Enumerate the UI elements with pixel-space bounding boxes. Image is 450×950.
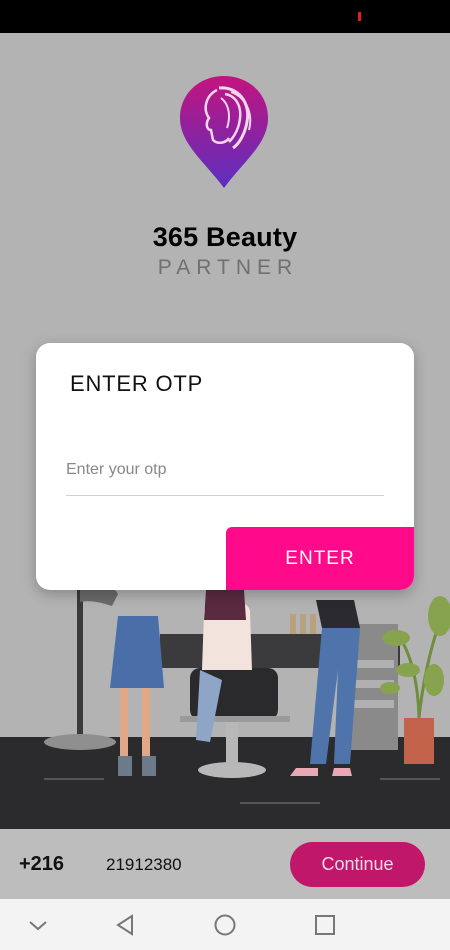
phone-number-field[interactable]: 21912380 — [106, 855, 182, 875]
home-icon[interactable] — [212, 912, 238, 938]
brand-subtitle: PARTNER — [157, 256, 299, 279]
country-code[interactable]: +216 — [19, 853, 64, 876]
system-nav-bar — [0, 899, 450, 950]
status-bar — [0, 0, 450, 33]
recents-icon[interactable] — [312, 912, 338, 938]
otp-input-underline — [66, 495, 384, 496]
continue-button[interactable]: Continue — [290, 842, 425, 887]
brand-title: 365 Beauty — [152, 222, 298, 252]
chevron-down-icon[interactable] — [25, 912, 51, 938]
enter-button[interactable]: ENTER — [226, 527, 414, 590]
otp-dialog: ENTER OTP ENTER — [36, 343, 414, 590]
status-indicator — [358, 12, 361, 21]
brand-logo-icon — [180, 76, 268, 188]
otp-input[interactable] — [66, 455, 384, 485]
phone-bar: +216 21912380 Continue — [0, 829, 450, 899]
back-icon[interactable] — [112, 912, 138, 938]
otp-dialog-title: ENTER OTP — [70, 371, 204, 396]
